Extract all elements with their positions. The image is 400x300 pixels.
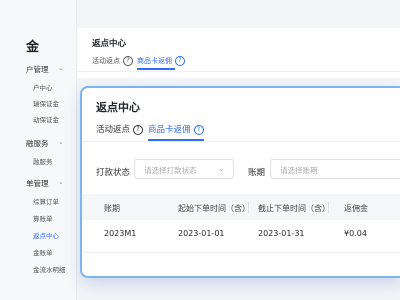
tab-product-card-commission[interactable]: 商品卡返佣? [148,123,204,135]
background-tab-indicator [137,68,175,70]
background-tab-product-card-commission[interactable]: 商品卡返佣? [137,56,185,66]
sidebar-group-finance[interactable]: 融服务 ⌄ [26,138,64,149]
tab-label: 商品卡返佣 [137,57,172,65]
sidebar-group-account[interactable]: 户管理 ⌄ [26,64,64,75]
question-icon[interactable]: ? [193,125,204,135]
sidebar-logo: 金 [26,40,40,55]
sidebar-item[interactable]: 融服务 [33,156,53,166]
table-cell: 2023-01-31 [258,229,305,238]
background-page-title: 返点中心 [92,39,127,49]
tab-activity-rebate[interactable]: 活动返点? [96,123,144,135]
sidebar-item[interactable]: 金账单 [33,247,53,257]
column-separator [328,202,329,213]
sidebar-item[interactable]: 户中心 [33,82,53,92]
sidebar-item[interactable]: 算账单 [33,213,53,223]
column-header: 截止下单时间（含） [258,204,330,213]
tab-label: 商品卡返佣 [148,125,191,135]
chevron-down-icon: ⌄ [58,64,64,72]
sidebar-item[interactable]: 动保证金 [33,114,59,124]
chevron-down-icon: ⌄ [58,138,64,146]
table-cell: 2023-01-01 [178,229,225,238]
question-icon: ? [123,56,133,66]
select-placeholder: 请选择打款状态 [144,166,197,175]
sidebar-group-label: 单管理 [26,179,49,188]
period-select[interactable]: 请选择账期 [270,159,400,179]
column-header: 返佣金 [344,204,368,213]
chevron-down-icon: ⌄ [58,178,64,186]
sidebar-item[interactable]: 金流水明细 [33,264,66,274]
column-header: 账期 [104,204,120,213]
select-placeholder: 请选择账期 [280,166,318,175]
column-header: 起始下单时间（含） [178,204,250,213]
divider [77,71,400,72]
column-separator [248,202,249,213]
sidebar-item[interactable]: 综算订单 [33,196,59,206]
divider [82,141,400,142]
background-tab-activity-rebate[interactable]: 活动返点? [92,56,133,66]
question-icon: ? [175,56,185,66]
sidebar-group-label: 户管理 [26,65,49,74]
payment-status-select[interactable]: 请选择打款状态 ⌄ [134,159,234,179]
page-title: 返点中心 [96,101,140,114]
zoomed-card: 返点中心 活动返点? 商品卡返佣? 打款状态 请选择打款状态 ⌄ 账期 请选择账… [80,86,400,278]
tab-label: 活动返点 [92,57,120,65]
sidebar-group-bills[interactable]: 单管理 ⌄ [26,178,64,189]
divider [82,252,400,253]
sidebar-item[interactable]: 瑞保证金 [33,98,59,108]
question-icon[interactable]: ? [133,125,144,135]
table-cell: 2023M1 [104,229,137,238]
table-cell: ¥0.04 [344,229,367,238]
sidebar-group-label: 融服务 [26,139,49,148]
period-label: 账期 [248,168,266,178]
payment-status-label: 打款状态 [96,168,131,178]
table-header: 账期 起始下单时间（含） 截止下单时间（含） 返佣金 [82,194,400,220]
sidebar-item-rebate-center[interactable]: 返点中心 [33,230,59,240]
tab-label: 活动返点 [96,125,131,135]
sidebar: 金 户管理 ⌄ 户中心 瑞保证金 动保证金 融服务 ⌄ 融服务 单管理 ⌄ 综算… [0,0,77,300]
chevron-down-icon: ⌄ [218,164,225,173]
